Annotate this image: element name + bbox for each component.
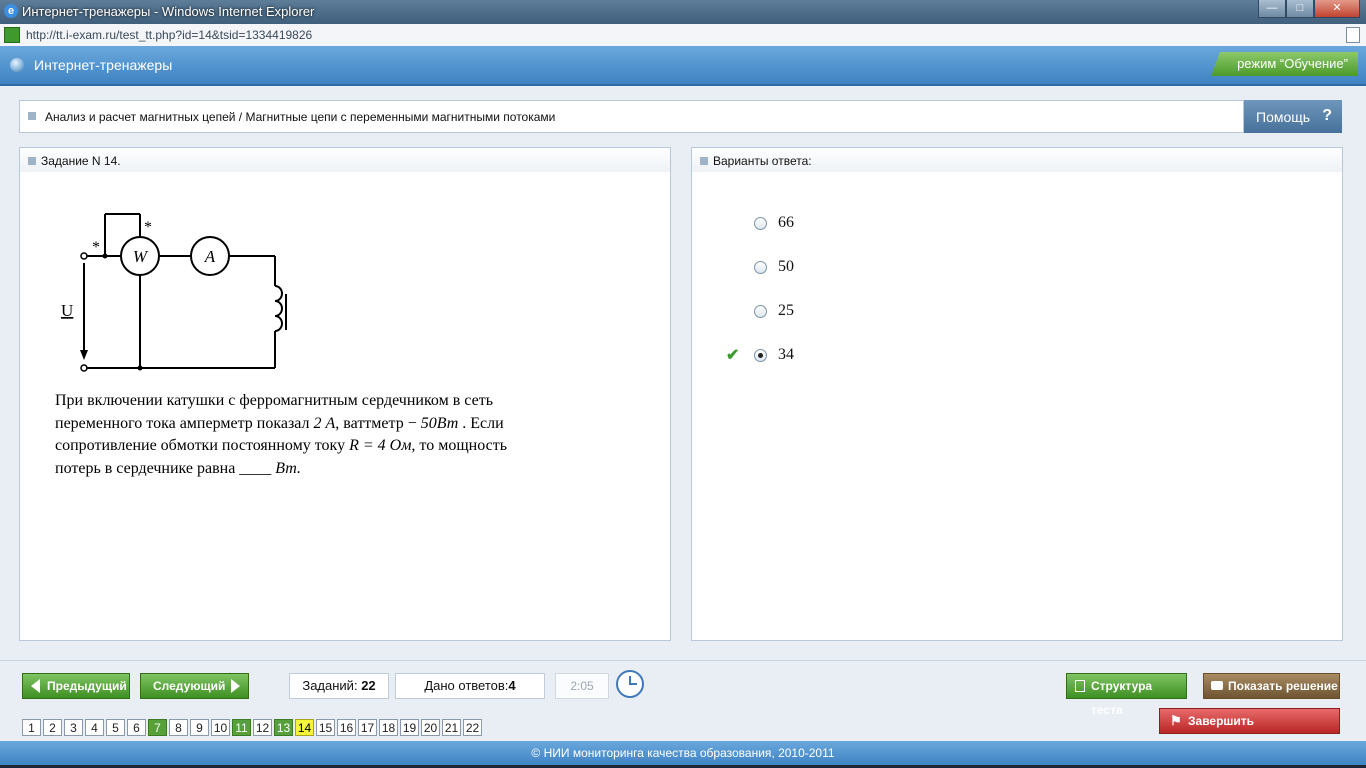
answers-panel-header: Варианты ответа:: [692, 148, 1342, 172]
page-button[interactable]: 9: [190, 719, 209, 736]
minimize-button[interactable]: —: [1258, 0, 1286, 18]
correct-check-icon: ✔: [726, 347, 740, 364]
question-text: При включении катушки с ферромагнитным с…: [55, 392, 507, 477]
globe-icon: [10, 58, 24, 72]
radio-button[interactable]: [754, 305, 767, 318]
maximize-button[interactable]: □: [1286, 0, 1314, 18]
show-solution-button[interactable]: Показать решение: [1203, 673, 1340, 699]
page-button[interactable]: 3: [64, 719, 83, 736]
window-controls: — □ ✕: [1258, 0, 1360, 18]
ammeter-label: A: [204, 247, 216, 266]
arrow-right-icon: [231, 679, 240, 693]
topic-breadcrumb: Анализ и расчет магнитных цепей / Магнит…: [45, 110, 556, 124]
next-button[interactable]: Следующий: [140, 673, 249, 699]
page-button[interactable]: 21: [442, 719, 461, 736]
page-button[interactable]: 13: [274, 719, 293, 736]
footer-copyright: © НИИ мониторинга качества образования, …: [0, 741, 1366, 765]
wattmeter-label: W: [133, 247, 149, 266]
running-man-icon: ⚑: [1170, 713, 1182, 728]
page-button[interactable]: 12: [253, 719, 272, 736]
document-icon: [1075, 680, 1085, 692]
window-titlebar: e Интернет-тренажеры - Windows Internet …: [0, 0, 1366, 24]
page-button[interactable]: 7: [148, 719, 167, 736]
page-button[interactable]: 8: [169, 719, 188, 736]
pagination: 1 2 3 4 5 6 7 8 9 10 11 12 13 14 15 16 17 18 19 20 21 22: [22, 719, 484, 736]
page-button[interactable]: 6: [127, 719, 146, 736]
tasks-count: Заданий: 22: [289, 673, 389, 699]
page-button[interactable]: 1: [22, 719, 41, 736]
help-label: Помощь: [1256, 109, 1311, 125]
clock-icon[interactable]: [616, 670, 644, 698]
help-button[interactable]: Помощь ?: [1244, 100, 1342, 133]
internet-explorer-icon: e: [4, 4, 18, 18]
page-button[interactable]: 15: [316, 719, 335, 736]
task-number: Задание N 14.: [41, 154, 121, 168]
book-icon: [1211, 681, 1223, 690]
site-favicon-icon: [4, 27, 20, 43]
answers-title: Варианты ответа:: [713, 154, 812, 168]
previous-button[interactable]: Предыдущий: [22, 673, 130, 699]
bullet-square-icon: [700, 157, 708, 165]
finish-test-button[interactable]: ⚑ Завершить тестирование: [1159, 708, 1340, 752]
answers-panel: Варианты ответа: 66 50 25 ✔ 34: [691, 147, 1343, 641]
radio-button[interactable]: [754, 261, 767, 274]
task-panel: Задание N 14. W A * * U При включении ка…: [19, 147, 671, 641]
bullet-square-icon: [28, 112, 36, 120]
answer-value: 34: [778, 346, 794, 363]
answer-value: 25: [778, 302, 794, 319]
polarity-star-right: *: [144, 219, 152, 236]
page-button[interactable]: 2: [43, 719, 62, 736]
page-button[interactable]: 20: [421, 719, 440, 736]
radio-button-selected[interactable]: [754, 349, 767, 362]
page-button[interactable]: 16: [337, 719, 356, 736]
app-title: Интернет-тренажеры: [34, 57, 173, 73]
bullet-square-icon: [28, 157, 36, 165]
arrow-left-icon: [31, 679, 40, 693]
page-button[interactable]: 5: [106, 719, 125, 736]
page-button[interactable]: 4: [85, 719, 104, 736]
page-button[interactable]: 11: [232, 719, 251, 736]
answer-value: 50: [778, 258, 794, 275]
radio-button[interactable]: [754, 217, 767, 230]
page-button[interactable]: 17: [358, 719, 377, 736]
answered-count: Дано ответов:4: [395, 673, 545, 699]
polarity-star-left: *: [92, 239, 100, 256]
timer-display: 2:05: [555, 673, 609, 699]
topic-bar: Анализ и расчет магнитных цепей / Магнит…: [19, 100, 1244, 133]
answer-value: 66: [778, 214, 794, 231]
mode-badge: режим “Обучение”: [1211, 52, 1358, 76]
page-button[interactable]: 22: [463, 719, 482, 736]
address-url[interactable]: http://tt.i-exam.ru/test_tt.php?id=14&ts…: [26, 28, 312, 42]
page-icon[interactable]: [1346, 27, 1360, 43]
page-button[interactable]: 14: [295, 719, 314, 736]
test-structure-button[interactable]: Структура теста: [1066, 673, 1187, 717]
window-title: Интернет-тренажеры - Windows Internet Ex…: [22, 4, 315, 19]
question-mark-icon: ?: [1322, 107, 1332, 124]
task-panel-header: Задание N 14.: [20, 148, 670, 172]
voltage-label: U: [61, 301, 73, 320]
circuit-diagram: W A * * U: [61, 213, 287, 372]
address-bar[interactable]: http://tt.i-exam.ru/test_tt.php?id=14&ts…: [0, 24, 1366, 47]
page-button[interactable]: 19: [400, 719, 419, 736]
page-button[interactable]: 10: [211, 719, 230, 736]
page-button[interactable]: 18: [379, 719, 398, 736]
close-button[interactable]: ✕: [1314, 0, 1360, 18]
app-header: Интернет-тренажеры режим “Обучение”: [0, 46, 1366, 86]
